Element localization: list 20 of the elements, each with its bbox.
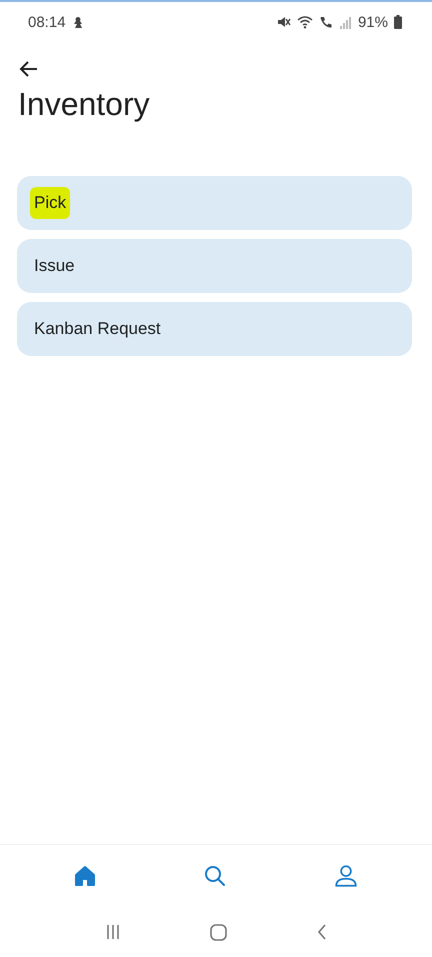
search-icon	[203, 864, 227, 888]
battery-icon	[394, 15, 402, 29]
wifi-icon	[296, 15, 313, 29]
menu-label: Issue	[33, 255, 76, 277]
back-icon[interactable]	[317, 924, 328, 940]
call-icon	[318, 15, 334, 29]
signal-icon	[340, 16, 352, 28]
menu-label: Kanban Request	[33, 318, 162, 340]
home-icon	[73, 864, 97, 888]
highlighted-label: Pick	[30, 187, 70, 219]
menu-item[interactable]: Pick	[17, 176, 412, 230]
page-title: Inventory	[18, 86, 151, 123]
home-icon[interactable]	[210, 924, 228, 940]
battery-percent: 91%	[358, 14, 388, 30]
mute-icon	[276, 15, 291, 29]
menu-item[interactable]: Issue	[17, 239, 412, 293]
recent-apps-icon[interactable]	[104, 924, 121, 940]
profile-icon	[333, 863, 359, 889]
menu-item[interactable]: Kanban Request	[17, 302, 412, 356]
clock: 08:14	[28, 14, 66, 30]
